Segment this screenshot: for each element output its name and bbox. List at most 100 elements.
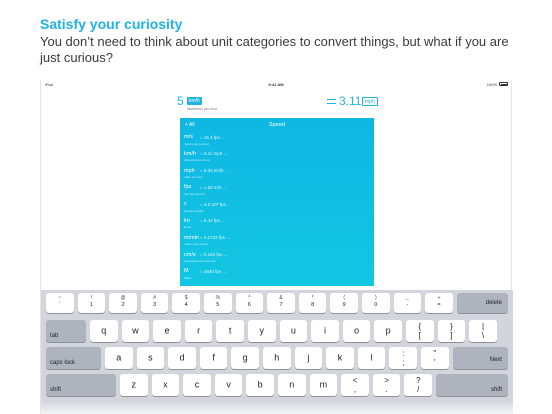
result-unit-badge[interactable]: mph (362, 97, 378, 106)
key-t[interactable]: t (216, 320, 244, 342)
input-value[interactable]: 5 (177, 94, 184, 108)
key-pair[interactable]: {[ (406, 320, 434, 342)
promo-subtitle: You don’t need to think about unit categ… (40, 34, 509, 65)
list-item[interactable]: cm/s = 0.164 fps ... centimeters per secon… (180, 250, 374, 267)
list-item[interactable]: c = 4.9·10⁸ fps ... speeds of light (180, 199, 374, 216)
unit-symbol: m/s (184, 134, 193, 140)
key-label: s (148, 352, 153, 363)
list-item[interactable]: mph = 8.05 km/h ... miles per hour (180, 166, 374, 183)
key-n[interactable]: n (278, 374, 306, 396)
list-item[interactable]: fps = 1.52 m/s ... feet per second (180, 182, 374, 199)
key-v[interactable]: v (214, 374, 243, 396)
input-unit-badge[interactable]: km/h (187, 97, 202, 105)
key-pair[interactable]: " ' (421, 347, 449, 369)
key--[interactable]: _ - (393, 293, 422, 313)
key-0[interactable]: ) 0 (362, 293, 390, 313)
unit-description: kilometers per hour (184, 158, 210, 163)
delete-key[interactable]: delete (456, 293, 508, 313)
key-b[interactable]: b (246, 374, 274, 396)
key-w[interactable]: w (121, 320, 150, 342)
next-key[interactable]: Next (452, 347, 508, 369)
key-z[interactable]: z (120, 374, 148, 396)
key-label: g (242, 352, 248, 363)
key-c[interactable]: c (183, 374, 211, 396)
key-p[interactable]: p (374, 320, 402, 342)
key-5[interactable]: % 5 (204, 293, 232, 313)
key-label: d (179, 352, 185, 363)
key-2[interactable]: @2 (109, 293, 137, 313)
key-label: j (307, 352, 310, 363)
key-7[interactable]: & 7 (267, 293, 295, 313)
key-label: z (131, 379, 137, 390)
key-x[interactable]: x (151, 374, 180, 396)
unit-symbol: km/h (184, 150, 196, 157)
key-6[interactable]: ^ 6 (235, 293, 264, 313)
unit-list: m/s = 16.4 fps ... meters per second km/h = … (180, 132, 374, 283)
key-pair[interactable]: :; (389, 347, 417, 369)
key-label: k (337, 352, 343, 363)
tab-key[interactable]: tab (46, 320, 86, 342)
key-i[interactable]: i (311, 320, 339, 342)
key-o[interactable]: o (342, 320, 371, 342)
key-d[interactable]: d (168, 347, 196, 369)
key-label: w (132, 325, 139, 336)
key-9[interactable]: (9 (330, 293, 358, 313)
key-label: 5 (216, 302, 220, 308)
input-unit-description: kilometers per hour (187, 107, 217, 111)
key-label: caps lock (50, 360, 76, 366)
key-pair[interactable]: >. (372, 374, 401, 396)
caps-lock-key[interactable]: caps lock (46, 347, 101, 369)
unit-conversion: = 4840 fps ... (200, 268, 227, 274)
key-pair[interactable]: }] (437, 320, 466, 342)
key-label: q (101, 325, 107, 336)
key-g[interactable]: g (231, 347, 259, 369)
shift-key[interactable]: shift (46, 374, 116, 396)
key-4[interactable]: $4 (172, 293, 200, 313)
key-h[interactable]: h (263, 347, 291, 369)
key-j[interactable]: j (294, 347, 323, 369)
key-pair[interactable]: <, (341, 374, 369, 396)
key-pair[interactable]: ? / (404, 374, 432, 396)
list-item[interactable]: m/min = 0.2734 fps ... meters per minute (180, 233, 374, 250)
list-item[interactable]: m/s = 16.4 fps ... meters per second (180, 132, 374, 149)
key-shift-label: ? (415, 376, 421, 385)
unit-description: speeds of light (184, 208, 204, 213)
key-3[interactable]: #3 (140, 293, 169, 313)
key-label: Next (489, 357, 502, 363)
key-shift-label: ! (90, 295, 93, 301)
key-label: 0 (374, 302, 378, 308)
key-8[interactable]: * 8 (298, 293, 327, 313)
key-e[interactable]: e (153, 320, 181, 342)
key-=[interactable]: + = (425, 293, 453, 313)
key-label: t (228, 325, 232, 336)
key-a[interactable]: a (105, 347, 133, 369)
key-u[interactable]: u (279, 320, 308, 342)
unit-description: Mach (184, 275, 192, 280)
list-item[interactable]: km/h = 3.11 mph ... kilometers per hour (180, 149, 374, 166)
key-k[interactable]: k (326, 347, 354, 369)
shift-key-right[interactable]: shift (436, 374, 508, 396)
key-f[interactable]: f (199, 347, 228, 369)
key-shift-label: | (481, 322, 485, 331)
key-label: 2 (121, 302, 125, 308)
list-item[interactable]: kn = 8.44 fps ... knots (180, 216, 374, 233)
list-item[interactable]: M = 4840 fps ... Mach (180, 266, 374, 283)
key-s[interactable]: s (136, 347, 165, 369)
key-label: c (194, 379, 200, 390)
key-shift-label: " (433, 349, 437, 358)
key-1[interactable]: ! 1 (77, 293, 106, 313)
key-label: b (257, 379, 263, 390)
key-`[interactable]: ~ ` (46, 293, 74, 313)
key-label: . (385, 385, 388, 394)
key-l[interactable]: l (357, 347, 386, 369)
key-m[interactable]: m (309, 374, 338, 396)
key-r[interactable]: r (184, 320, 213, 342)
key-pair[interactable]: | \ (469, 320, 497, 342)
key-y[interactable]: y (248, 320, 276, 342)
key-label: e (164, 325, 170, 336)
key-label: ] (450, 331, 453, 340)
key-shift-label: + (437, 295, 441, 301)
key-q[interactable]: q (90, 320, 118, 342)
ipad-screen: iPad 9:41 AM 100% 5 km/h kilometers per … (40, 80, 513, 414)
key-shift-label: : (402, 349, 405, 358)
